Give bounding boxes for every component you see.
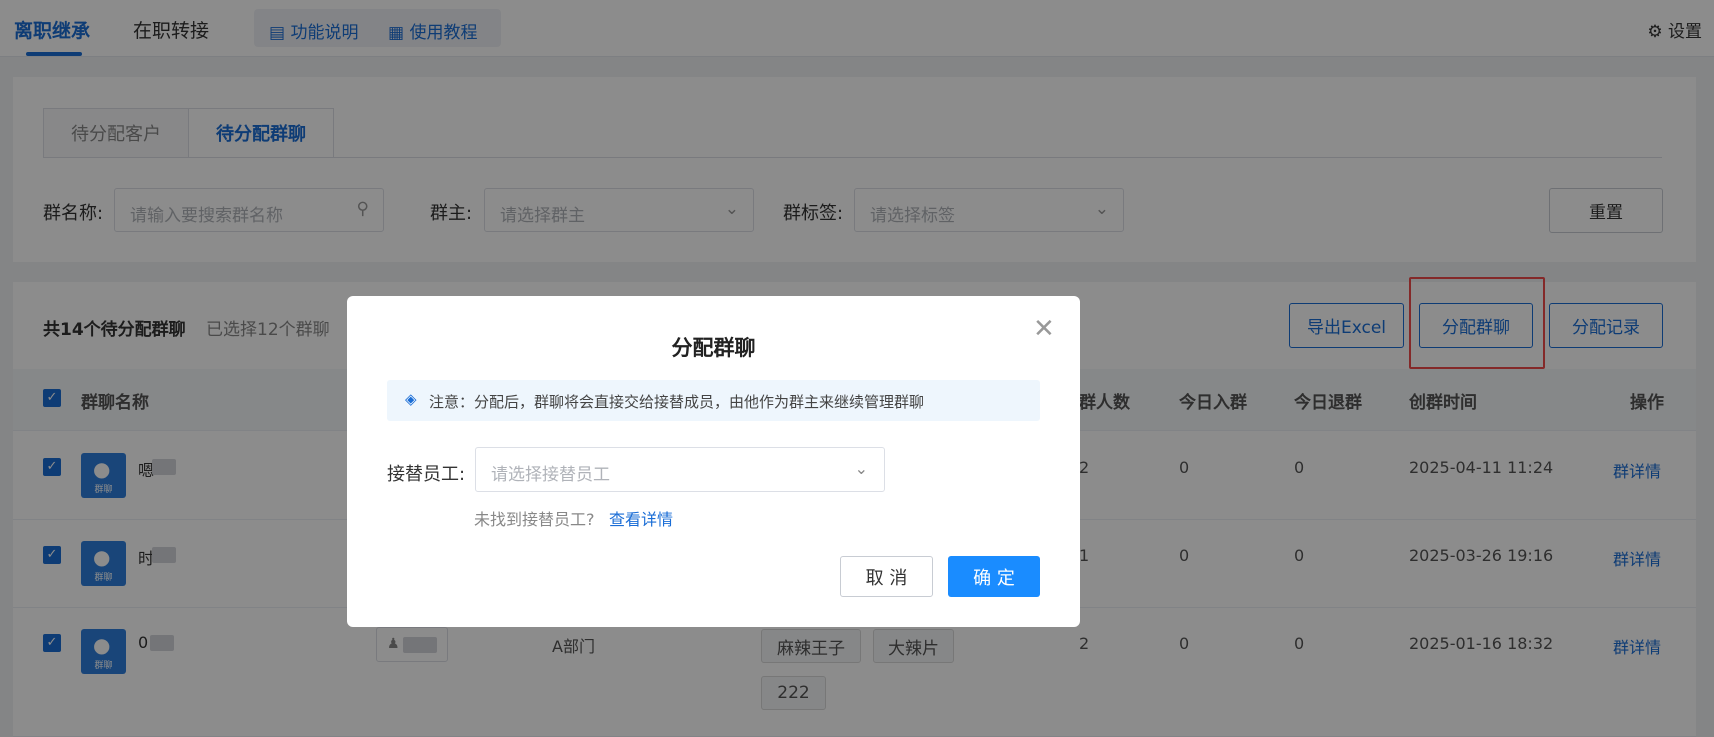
notice-banner: ◈ 注意：分配后，群聊将会直接交给接替成员，由他作为群主来继续管理群聊 xyxy=(387,380,1040,421)
cancel-button[interactable]: 取 消 xyxy=(840,556,933,597)
successor-select[interactable]: 请选择接替员工 ⌄ xyxy=(475,447,885,492)
confirm-button[interactable]: 确 定 xyxy=(948,556,1040,597)
successor-placeholder: 请选择接替员工 xyxy=(491,465,610,485)
view-details-link[interactable]: 查看详情 xyxy=(609,506,673,530)
successor-label: 接替员工: xyxy=(387,464,466,485)
notice-text: 注意：分配后，群聊将会直接交给接替成员，由他作为群主来继续管理群聊 xyxy=(429,393,925,411)
dialog-title: 分配群聊 xyxy=(671,336,756,360)
bell-icon: ◈ xyxy=(405,390,417,408)
close-icon[interactable]: ✕ xyxy=(1033,316,1055,342)
chevron-down-icon: ⌄ xyxy=(854,459,868,478)
successor-hint: 未找到接替员工? xyxy=(474,510,595,529)
assign-groups-dialog: 分配群聊 ✕ ◈ 注意：分配后，群聊将会直接交给接替成员，由他作为群主来继续管理… xyxy=(347,296,1080,627)
